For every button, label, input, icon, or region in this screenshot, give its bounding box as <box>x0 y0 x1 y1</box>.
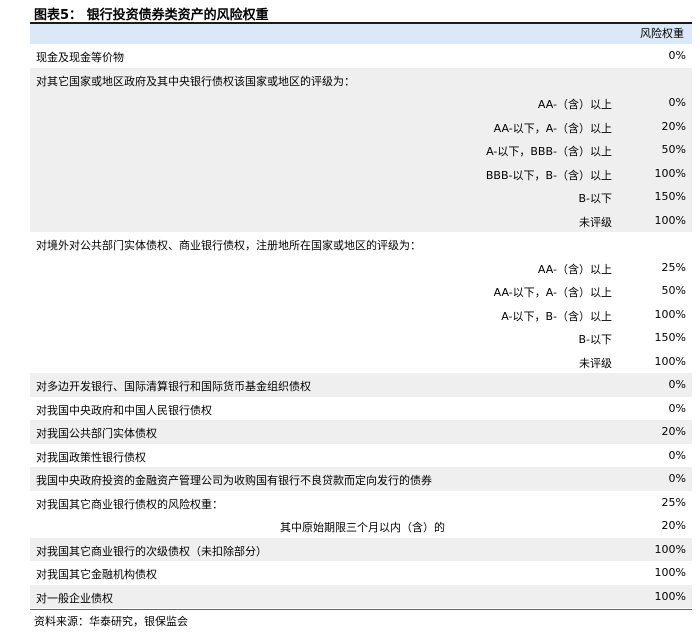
row-label: 现金及现金等价物 <box>36 51 124 64</box>
table-row: 未评级 100% <box>30 350 692 374</box>
table-row: AA-（含）以上 25% <box>30 256 692 280</box>
table-row: 对我国公共部门实体债权 20% <box>30 420 692 444</box>
table-row: AA-以下，A-（含）以上 20% <box>30 115 692 139</box>
row-label: 其中原始期限三个月以内（含）的 <box>280 521 445 534</box>
row-value: 100% <box>654 589 686 603</box>
rating-label: A-以下，BBB-（含）以上 <box>486 145 612 158</box>
risk-weight-column-header: 风险权重 <box>640 27 684 40</box>
table-row: BBB-以下，B-（含）以上 100% <box>30 162 692 186</box>
row-value: 100% <box>654 166 686 180</box>
group-heading-row: 对境外对公共部门实体债权、商业银行债权，注册地所在国家或地区的评级为： <box>30 232 692 256</box>
rating-label: AA-以下，A-（含）以上 <box>493 286 612 299</box>
table-row: B-以下 150% <box>30 185 692 209</box>
row-value: 20% <box>661 119 686 133</box>
row-value: 0% <box>668 49 686 62</box>
foreign-public-sector-group: 对境外对公共部门实体债权、商业银行债权，注册地所在国家或地区的评级为： AA-（… <box>30 232 692 373</box>
table-row: 对我国中央政府和中国人民银行债权 0% <box>30 397 692 421</box>
row-value: 0% <box>668 96 686 109</box>
table-row: 对我国其它商业银行的次级债权（未扣除部分） 100% <box>30 537 692 561</box>
table-row: A-以下，BBB-（含）以上 50% <box>30 138 692 162</box>
row-label: 对多边开发银行、国际清算银行和国际货币基金组织债权 <box>36 380 311 393</box>
table-row: 其中原始期限三个月以内（含）的 20% <box>30 514 692 538</box>
row-value: 150% <box>654 190 686 203</box>
table-title: 图表5： 银行投资债券类资产的风险权重 <box>34 8 269 23</box>
group-heading: 对其它国家或地区政府及其中央银行债权该国家或地区的评级为： <box>36 74 355 88</box>
rating-label: 未评级 <box>579 356 612 370</box>
row-value: 100% <box>654 542 686 556</box>
table-row: AA-以下，A-（含）以上 50% <box>30 279 692 303</box>
row-label: 对我国中央政府和中国人民银行债权 <box>36 403 212 417</box>
table-row: 现金及现金等价物 0% <box>30 44 692 68</box>
table-row: 我国中央政府投资的金融资产管理公司为收购国有银行不良贷款而定向发行的债券 0% <box>30 467 692 491</box>
row-value: 25% <box>661 260 686 274</box>
table-row: B-以下 150% <box>30 326 692 350</box>
table-row: A-以下，B-（含）以上 100% <box>30 303 692 327</box>
row-label: 对我国公共部门实体债权 <box>36 427 157 440</box>
rating-label: AA-（含）以上 <box>537 262 612 276</box>
row-label: 对我国其它商业银行债权的风险权重： <box>36 497 223 511</box>
rating-label: AA-（含）以上 <box>537 98 612 111</box>
row-value: 100% <box>654 566 686 579</box>
table-row: 对一般企业债权 100% <box>30 584 692 608</box>
row-value: 0% <box>668 378 686 391</box>
foreign-government-group: 对其它国家或地区政府及其中央银行债权该国家或地区的评级为： AA-（含）以上 0… <box>30 67 692 233</box>
row-value: 150% <box>654 331 686 344</box>
rating-label: BBB-以下，B-（含）以上 <box>485 168 612 182</box>
row-label: 对我国其它金融机构债权 <box>36 568 157 581</box>
rating-label: 未评级 <box>579 215 612 229</box>
table-header: 风险权重 <box>30 24 692 44</box>
row-value: 0% <box>668 401 686 415</box>
row-label: 对我国其它商业银行的次级债权（未扣除部分） <box>36 544 267 558</box>
source-note: 资料来源：华泰研究，银保监会 <box>34 615 188 628</box>
row-label: 对我国政策性银行债权 <box>36 450 146 464</box>
row-value: 50% <box>661 284 686 297</box>
group-heading-row: 对其它国家或地区政府及其中央银行债权该国家或地区的评级为： <box>30 68 692 92</box>
table-row: 对多边开发银行、国际清算银行和国际货币基金组织债权 0% <box>30 373 692 397</box>
row-value: 0% <box>668 448 686 462</box>
row-value: 100% <box>654 307 686 321</box>
rating-label: B-以下 <box>578 333 612 346</box>
row-value: 100% <box>654 354 686 368</box>
row-label: 对一般企业债权 <box>36 591 113 605</box>
table-row: 对我国政策性银行债权 0% <box>30 444 692 468</box>
row-value: 50% <box>661 143 686 156</box>
risk-weight-table: 现金及现金等价物 0% 对其它国家或地区政府及其中央银行债权该国家或地区的评级为… <box>30 44 692 608</box>
group-heading: 对境外对公共部门实体债权、商业银行债权，注册地所在国家或地区的评级为： <box>36 239 421 252</box>
row-label: 我国中央政府投资的金融资产管理公司为收购国有银行不良贷款而定向发行的债券 <box>36 474 432 487</box>
row-value: 0% <box>668 472 686 485</box>
table-row: 对我国其它金融机构债权 100% <box>30 561 692 585</box>
row-value: 20% <box>661 425 686 438</box>
row-value: 20% <box>661 519 686 532</box>
row-value: 100% <box>654 213 686 227</box>
bottom-rule <box>30 609 692 610</box>
table-row: 未评级 100% <box>30 209 692 233</box>
rating-label: AA-以下，A-（含）以上 <box>493 121 612 135</box>
rating-label: B-以下 <box>578 192 612 205</box>
table-row: AA-（含）以上 0% <box>30 91 692 115</box>
row-value: 25% <box>661 495 686 509</box>
rating-label: A-以下，B-（含）以上 <box>501 309 612 323</box>
table-row: 对我国其它商业银行债权的风险权重： 25% <box>30 491 692 515</box>
